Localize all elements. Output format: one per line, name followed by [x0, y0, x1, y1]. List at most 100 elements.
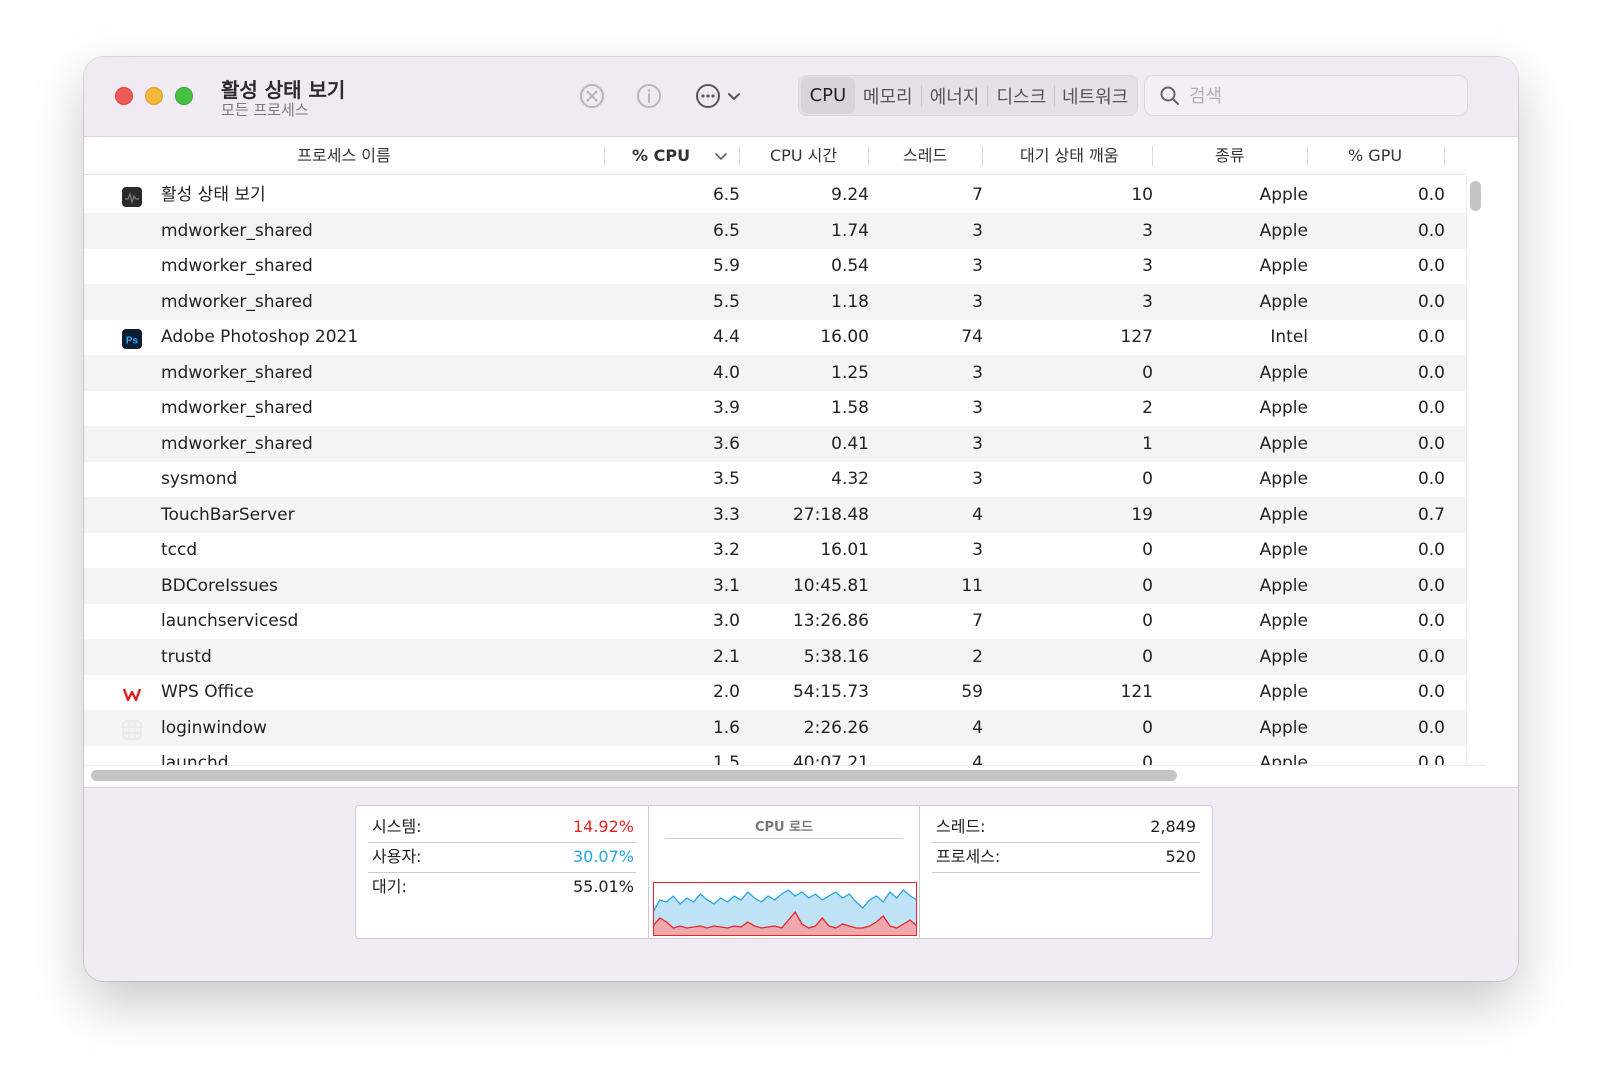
cell-time: 1.18: [831, 291, 869, 312]
table-row[interactable]: tccd 3.2 16.01 3 0 Apple 0.0: [84, 532, 1466, 568]
column-process-name[interactable]: 프로세스 이름: [84, 137, 604, 175]
cell-time: 1.25: [831, 362, 869, 383]
table-row[interactable]: 활성 상태 보기 6.5 9.24 7 10 Apple 0.0: [84, 177, 1466, 213]
column-divider[interactable]: [1307, 146, 1308, 166]
column-divider[interactable]: [1152, 146, 1153, 166]
cell-threads: 11: [961, 575, 983, 596]
table-row[interactable]: sysmond 3.5 4.32 3 0 Apple 0.0: [84, 461, 1466, 497]
search-input[interactable]: [1189, 82, 1449, 110]
table-row[interactable]: TouchBarServer 3.3 27:18.48 4 19 Apple 0.7: [84, 496, 1466, 533]
cell-threads: 3: [972, 469, 983, 489]
column-cpu[interactable]: % CPU: [632, 137, 690, 175]
stop-process-icon[interactable]: [577, 81, 607, 111]
tab-cpu[interactable]: CPU: [801, 77, 855, 114]
cell-wake: 3: [1142, 291, 1153, 312]
cell-threads: 3: [972, 256, 983, 276]
cell-gpu: 0.0: [1417, 646, 1445, 667]
cell-kind: Apple: [1259, 362, 1308, 383]
process-name: 활성 상태 보기: [161, 185, 266, 205]
search-field[interactable]: [1144, 75, 1468, 116]
table-row[interactable]: mdworker_shared 4.0 1.25 3 0 Apple 0.0: [84, 354, 1466, 391]
table-row[interactable]: launchd 1.5 40:07.21 4 0 Apple 0.0: [84, 745, 1466, 765]
chevron-down-icon[interactable]: [724, 81, 744, 111]
table-row[interactable]: launchservicesd 3.0 13:26.86 7 0 Apple 0.0: [84, 603, 1466, 639]
idle-value: 55.01%: [572, 877, 634, 896]
system-stat: 시스템: 14.92%: [372, 812, 634, 842]
cpu-load-graph: CPU 로드: [648, 806, 920, 938]
cell-time: 1.74: [831, 220, 869, 241]
table-row[interactable]: trustd 2.1 5:38.16 2 0 Apple 0.0: [84, 638, 1466, 675]
close-window-button[interactable]: [115, 87, 133, 105]
process-name: mdworker_shared: [161, 433, 313, 454]
info-icon[interactable]: [634, 81, 664, 111]
cell-kind: Apple: [1259, 469, 1308, 489]
cell-cpu: 3.3: [712, 504, 740, 525]
column-divider[interactable]: [982, 146, 983, 166]
system-label: 시스템:: [372, 817, 422, 836]
tab-memory[interactable]: 메모리: [855, 77, 921, 114]
table-row[interactable]: WPS Office 2.0 54:15.73 59 121 Apple 0.0: [84, 674, 1466, 710]
column-divider[interactable]: [604, 146, 605, 166]
activity-monitor-window: 활성 상태 보기 모든 프로세스 CPU 메모리 에너지 디스크 네트워크 검색…: [84, 57, 1518, 981]
table-row[interactable]: mdworker_shared 6.5 1.74 3 3 Apple 0.0: [84, 212, 1466, 249]
window-subtitle[interactable]: 모든 프로세스: [221, 99, 309, 120]
cell-wake: 0: [1142, 611, 1153, 631]
cpu-stats-box: 시스템: 14.92% 사용자: 30.07% 대기: 55.01% CPU 로…: [355, 805, 1213, 939]
tab-energy[interactable]: 에너지: [922, 77, 988, 114]
cell-kind: Apple: [1259, 220, 1308, 241]
table-row[interactable]: mdworker_shared 3.9 1.58 3 2 Apple 0.0: [84, 390, 1466, 426]
column-idle-wake-ups[interactable]: 대기 상태 깨움: [1020, 137, 1119, 175]
column-cpu-time[interactable]: CPU 시간: [770, 137, 837, 175]
cell-threads: 3: [972, 540, 983, 560]
cell-gpu: 0.0: [1417, 433, 1445, 454]
cell-cpu: 3.5: [712, 469, 740, 489]
cell-cpu: 2.1: [712, 646, 740, 667]
vertical-scrollbar[interactable]: [1466, 175, 1486, 765]
vertical-scroll-thumb[interactable]: [1470, 181, 1481, 211]
more-actions-icon[interactable]: [693, 81, 723, 111]
cell-cpu: 5.9: [712, 256, 740, 276]
tab-network[interactable]: 네트워크: [1055, 77, 1135, 114]
sort-chevron-icon[interactable]: [713, 137, 729, 175]
table-row[interactable]: Ps Adobe Photoshop 2021 4.4 16.00 74 127 Intel…: [84, 319, 1466, 355]
cell-time: 16.00: [820, 327, 869, 347]
column-kind[interactable]: 종류: [1215, 137, 1244, 175]
tab-disk[interactable]: 디스크: [988, 77, 1054, 114]
process-name: mdworker_shared: [161, 256, 313, 276]
column-threads[interactable]: 스레드: [903, 137, 947, 175]
process-name: sysmond: [161, 469, 238, 489]
cell-threads: 3: [972, 362, 983, 383]
minimize-window-button[interactable]: [145, 87, 163, 105]
cell-threads: 3: [972, 220, 983, 241]
table-row[interactable]: loginwindow 1.6 2:26.26 4 0 Apple 0.0: [84, 709, 1466, 746]
horizontal-scroll-thumb[interactable]: [91, 770, 1177, 781]
cell-gpu: 0.0: [1417, 611, 1445, 631]
table-row[interactable]: mdworker_shared 5.5 1.18 3 3 Apple 0.0: [84, 283, 1466, 320]
cell-threads: 3: [972, 398, 983, 418]
cell-threads: 3: [972, 291, 983, 312]
column-gpu[interactable]: % GPU: [1348, 137, 1402, 175]
column-divider[interactable]: [868, 146, 869, 166]
zoom-window-button[interactable]: [175, 87, 193, 105]
table-row[interactable]: BDCoreIssues 3.1 10:45.81 11 0 Apple 0.0: [84, 567, 1466, 604]
column-divider[interactable]: [1444, 146, 1445, 166]
cell-gpu: 0.0: [1417, 291, 1445, 312]
process-name: mdworker_shared: [161, 362, 313, 383]
column-divider[interactable]: [739, 146, 740, 166]
cpu-load-chart: [653, 882, 917, 936]
cell-time: 0.54: [831, 256, 869, 276]
cell-wake: 0: [1142, 717, 1153, 738]
cell-kind: Apple: [1259, 185, 1308, 205]
cell-cpu: 3.9: [712, 398, 740, 418]
process-name: loginwindow: [161, 717, 267, 738]
cell-wake: 2: [1142, 398, 1153, 418]
cell-cpu: 6.5: [712, 185, 740, 205]
cell-threads: 7: [972, 611, 983, 631]
table-row[interactable]: mdworker_shared 5.9 0.54 3 3 Apple 0.0: [84, 248, 1466, 284]
wps-office-icon: [121, 682, 143, 704]
cell-gpu: 0.0: [1417, 540, 1445, 560]
column-header-row: 프로세스 이름 % CPU CPU 시간 스레드 대기 상태 깨움 종류 % G…: [84, 137, 1466, 175]
process-name: launchd: [161, 753, 229, 765]
table-row[interactable]: mdworker_shared 3.6 0.41 3 1 Apple 0.0: [84, 425, 1466, 462]
cell-threads: 59: [961, 682, 983, 702]
